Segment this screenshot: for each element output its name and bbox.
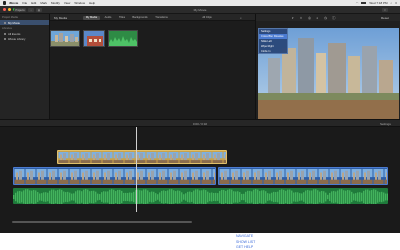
event-icon	[4, 32, 6, 35]
timeline	[0, 127, 400, 233]
link-show-list[interactable]: SHOW LIST	[236, 240, 255, 244]
info-icon[interactable]: ⓘ	[332, 16, 336, 21]
color-balance-icon[interactable]: ◐	[292, 16, 294, 20]
menu-modify[interactable]: Modify	[51, 1, 60, 5]
menubar-clock[interactable]: Wed 7:18 PM	[369, 1, 387, 5]
tab-transitions[interactable]: Transitions	[152, 16, 171, 20]
import-button[interactable]: ↓	[28, 8, 34, 12]
library-sidebar: Project Media My Movie Libraries All Eve…	[0, 14, 50, 119]
tab-my-media[interactable]: My Media	[83, 15, 100, 20]
timeline-clip-main-1[interactable]	[13, 167, 216, 185]
share-icon: ⇪	[383, 8, 387, 12]
clip-filmstrip	[58, 152, 226, 163]
minimize-window-button[interactable]	[8, 8, 11, 11]
film-icon: ▤	[37, 8, 41, 12]
apple-icon[interactable]	[3, 1, 6, 5]
search-icon[interactable]: ⌕	[240, 16, 242, 20]
media-button[interactable]: ▤	[36, 8, 42, 12]
volume-icon[interactable]: ◖	[316, 16, 318, 20]
menu-help[interactable]: Help	[89, 1, 95, 5]
clip-filmstrip	[219, 169, 387, 184]
viewer-toolbar: ◐ ⌗ ◎ ◖ ◷ ⓘ Reset	[256, 14, 400, 21]
library-item-imovie-library[interactable]: iMovie Library	[0, 36, 49, 41]
clip-thumbnail-image	[51, 31, 79, 46]
library-item-label: iMovie Library	[8, 36, 26, 41]
browser-tab-bar: My Media My Media Audio Titles Backgroun…	[50, 14, 255, 21]
close-window-button[interactable]	[3, 8, 6, 11]
media-browser: My Media My Media Audio Titles Backgroun…	[50, 14, 255, 119]
share-button[interactable]: ⇪	[382, 8, 388, 12]
menu-mark[interactable]: Mark	[40, 1, 47, 5]
transition-popup-menu: Settings Cross Blur Dissolve Slide Left …	[258, 28, 288, 54]
search-icon[interactable]: ⌕	[391, 1, 393, 5]
tab-backgrounds[interactable]: Backgrounds	[130, 16, 150, 20]
reset-button[interactable]: Reset	[381, 16, 389, 20]
clip-thumbnail-audio[interactable]	[108, 30, 138, 47]
timeline-clip-main-2[interactable]	[218, 167, 388, 185]
wifi-icon[interactable]: ◠	[356, 1, 359, 5]
popup-item-circle-in[interactable]: Circle In	[259, 49, 287, 54]
menu-edit[interactable]: Edit	[31, 1, 36, 5]
clip-thumbnail-image	[109, 31, 137, 46]
tab-audio[interactable]: Audio	[102, 16, 114, 20]
crop-icon[interactable]: ⌗	[300, 16, 302, 20]
app-toolbar: Projects ↓ ▤ My Movie ⇪	[0, 6, 400, 14]
timecode: 0:00 / 0:32	[192, 122, 208, 126]
menu-view[interactable]: View	[64, 1, 70, 5]
clip-thumbnail-image	[84, 31, 104, 46]
timeline-scrollbar[interactable]	[12, 221, 192, 223]
below-screen-links: NAVIGATE SHOW LIST GET HELP	[0, 233, 400, 250]
import-icon: ↓	[30, 8, 32, 12]
library-icon	[4, 37, 6, 40]
imovie-screen: iMovie File Edit Mark Modify View Window…	[0, 0, 400, 233]
library-item-label: My Movie	[8, 20, 20, 25]
timeline-audio-track[interactable]	[13, 188, 388, 204]
viewer: ◐ ⌗ ◎ ◖ ◷ ⓘ Reset Settings Cross Blur Di…	[255, 14, 400, 126]
menu-file[interactable]: File	[22, 1, 27, 5]
back-to-projects-button[interactable]: Projects	[14, 8, 26, 12]
link-navigate[interactable]: NAVIGATE	[236, 234, 253, 238]
menu-window[interactable]: Window	[74, 1, 85, 5]
battery-icon[interactable]	[361, 1, 367, 5]
speed-icon[interactable]: ◷	[324, 16, 327, 20]
project-icon	[4, 21, 6, 24]
timeline-header: 0:00 / 0:32 Settings	[0, 119, 400, 127]
menu-app-name[interactable]: iMovie	[9, 1, 18, 5]
all-clips-filter[interactable]: All Clips	[200, 16, 214, 20]
tab-titles[interactable]: Titles	[116, 16, 128, 20]
stabilization-icon[interactable]: ◎	[308, 16, 311, 20]
browser-title: My Media	[54, 15, 68, 20]
audio-waveform	[13, 189, 388, 204]
timeline-settings-button[interactable]: Settings	[380, 122, 391, 126]
window-title: My Movie	[193, 7, 207, 12]
link-get-help[interactable]: GET HELP	[236, 245, 253, 249]
clip-filmstrip	[14, 169, 215, 184]
clip-thumbnail-city[interactable]	[50, 30, 80, 47]
library-item-label: All Events	[8, 31, 21, 36]
clip-thumbnail-building[interactable]	[83, 30, 105, 47]
playhead[interactable]	[136, 127, 137, 212]
timeline-clip-overlay[interactable]	[57, 150, 227, 164]
menu-list-icon[interactable]: ≡	[395, 1, 397, 5]
